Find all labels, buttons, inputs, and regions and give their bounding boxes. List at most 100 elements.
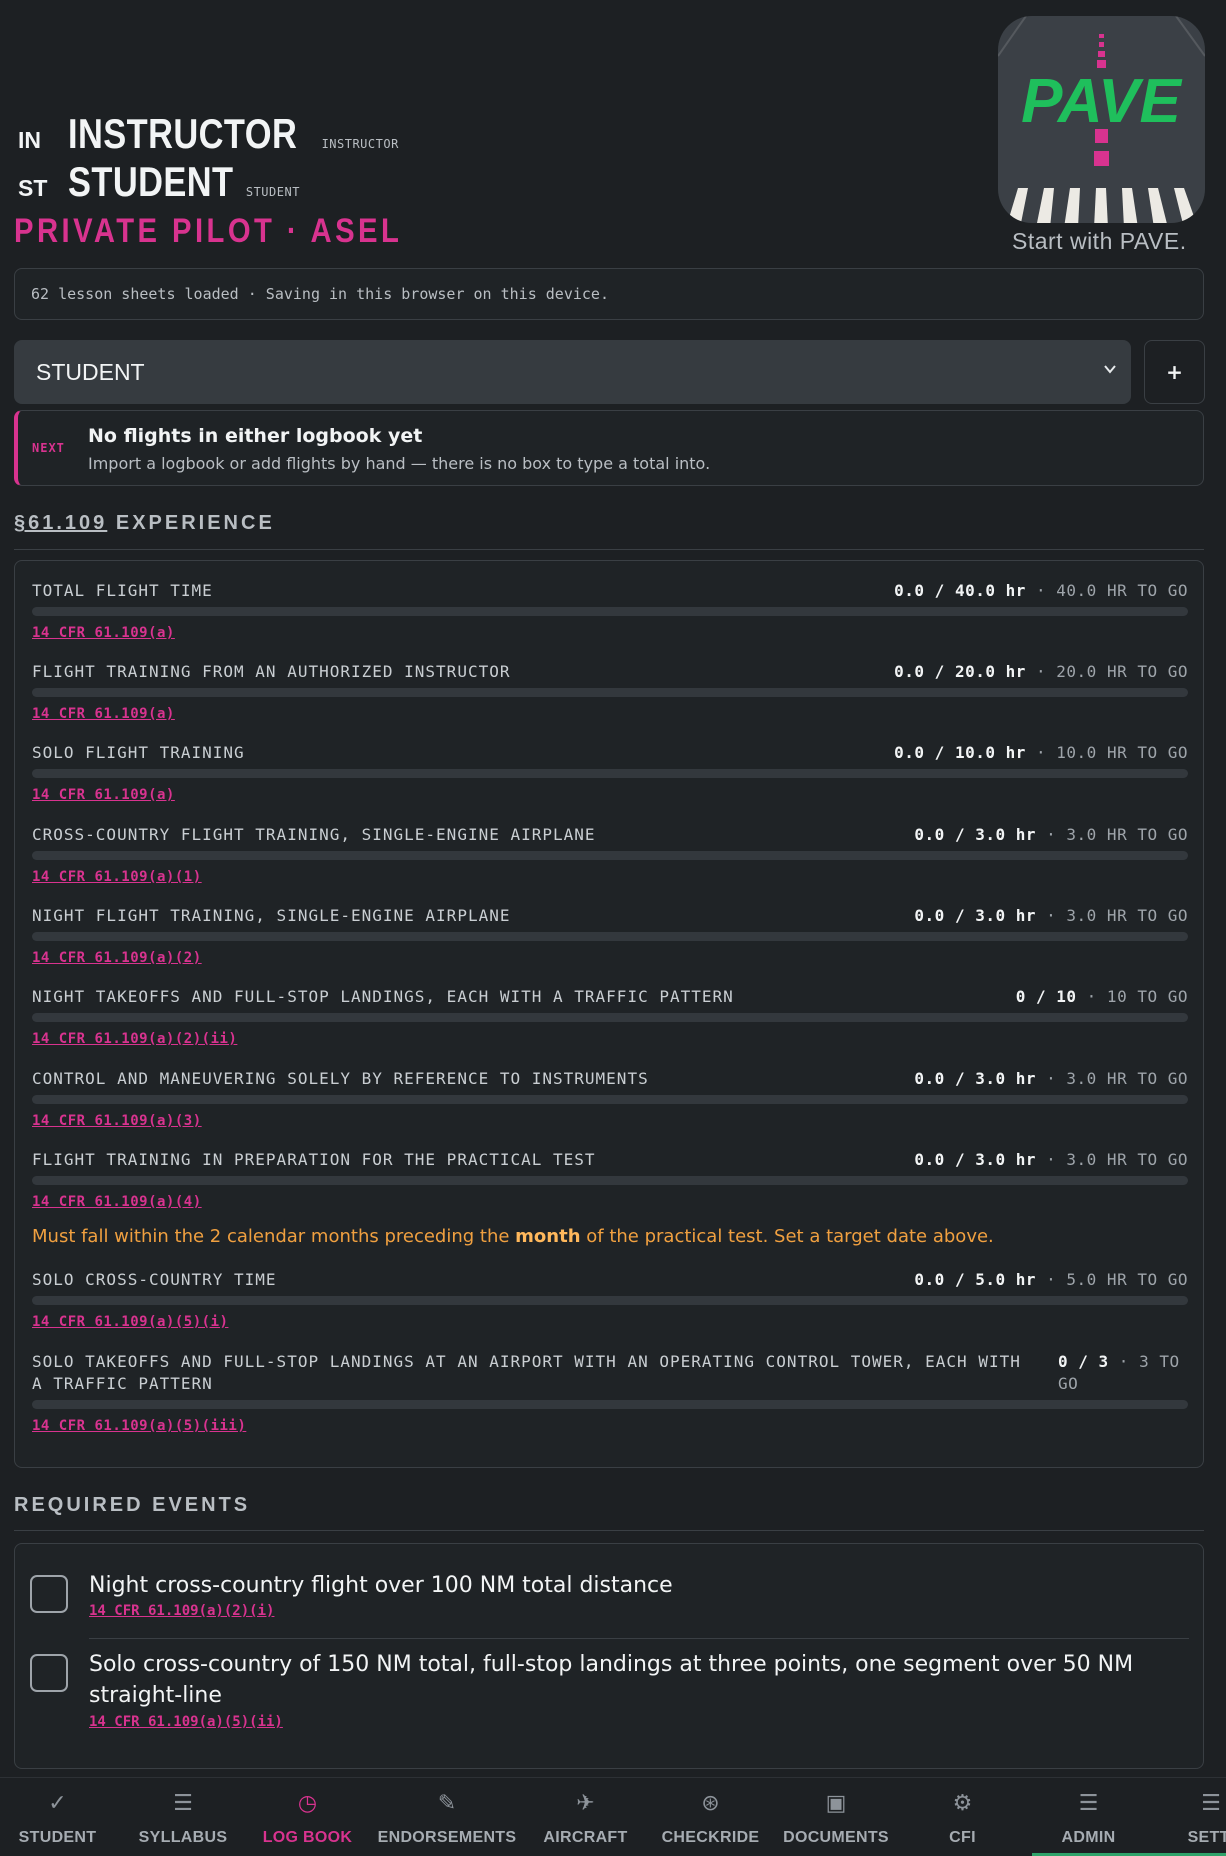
- requirement-value: 0.0 / 10.0 hr · 10.0 HR TO GO: [894, 743, 1188, 762]
- regulation-link[interactable]: 14 CFR 61.109(a)(5)(i): [32, 1314, 228, 1330]
- experience-heading-title: EXPERIENCE: [107, 512, 275, 534]
- next-tag: NEXT: [32, 441, 65, 455]
- progress-bar: [32, 932, 1188, 941]
- next-action-card: NEXT No flights in either logbook yet Im…: [14, 410, 1204, 486]
- regulation-link[interactable]: 14 CFR 61.109(a)(5)(ii): [89, 1714, 283, 1730]
- student-name: STUDENT: [68, 158, 234, 205]
- student-select-value: STUDENT: [36, 359, 145, 385]
- menu-icon: ☰: [1201, 1791, 1221, 1816]
- regulation-link[interactable]: 14 CFR 61.109(a): [32, 787, 175, 803]
- requirement-value: 0.0 / 40.0 hr · 40.0 HR TO GO: [894, 581, 1188, 600]
- requirement-value: 0.0 / 5.0 hr · 5.0 HR TO GO: [914, 1270, 1188, 1289]
- requirement-value: 0.0 / 3.0 hr · 3.0 HR TO GO: [914, 1150, 1188, 1169]
- requirement-label: FLIGHT TRAINING IN PREPARATION FOR THE P…: [32, 1150, 596, 1169]
- nav-log-book[interactable]: ◷ LOG BOOK: [250, 1778, 365, 1856]
- nav-endorsements[interactable]: ✎ ENDORSEMENTS: [374, 1778, 520, 1856]
- certificate-title: PRIVATE PILOT · ASEL: [14, 212, 403, 250]
- airplane-icon: ✈: [576, 1791, 595, 1816]
- regulation-link[interactable]: 14 CFR 61.109(a)(2)(i): [89, 1603, 274, 1619]
- event-title: Solo cross-country of 150 NM total, full…: [89, 1652, 1134, 1708]
- chevron-down-icon: [1104, 365, 1116, 374]
- regulation-link[interactable]: 14 CFR 61.109(a)(2)(ii): [32, 1031, 237, 1047]
- requirement-label: TOTAL FLIGHT TIME: [32, 581, 213, 600]
- divider: [14, 1530, 1204, 1531]
- progress-bar: [32, 1013, 1188, 1022]
- logo-wordmark: PAVE: [1021, 67, 1182, 136]
- practical-test-warning: Must fall within the 2 calendar months p…: [32, 1226, 994, 1247]
- progress-bar: [32, 851, 1188, 860]
- pave-logo: PAVE: [998, 16, 1205, 223]
- runway-logo-graphic: PAVE: [998, 16, 1205, 223]
- status-message: 62 lesson sheets loaded · Saving in this…: [14, 268, 1204, 320]
- instructor-sub: INSTRUCTOR: [321, 137, 399, 151]
- event-checkbox[interactable]: [30, 1654, 68, 1692]
- nav-settings[interactable]: ☰ SETTI: [1156, 1778, 1226, 1856]
- requirement-label: CONTROL AND MANEUVERING SOLELY BY REFERE…: [32, 1069, 649, 1088]
- nav-cfi[interactable]: ⚙ CFI: [904, 1778, 1021, 1856]
- clock-icon: ◷: [297, 1791, 318, 1816]
- requirement-value: 0.0 / 3.0 hr · 3.0 HR TO GO: [914, 825, 1188, 844]
- divider: [89, 1638, 1189, 1639]
- required-events-card: Night cross-country flight over 100 NM t…: [14, 1543, 1204, 1769]
- instructor-row[interactable]: IN INSTRUCTOR INSTRUCTOR: [14, 110, 774, 158]
- pen-icon: ✎: [437, 1791, 457, 1816]
- progress-bar: [32, 1095, 1188, 1104]
- add-student-button[interactable]: +: [1144, 340, 1205, 404]
- requirement-label: SOLO CROSS-COUNTRY TIME: [32, 1270, 277, 1289]
- progress-bar: [32, 1176, 1188, 1185]
- requirement-value: 0 / 3 · 3 TO GO: [1058, 1352, 1180, 1393]
- next-subtitle: Import a logbook or add flights by hand …: [88, 454, 711, 473]
- requirement-label: NIGHT TAKEOFFS AND FULL-STOP LANDINGS, E…: [32, 987, 734, 1006]
- nav-documents[interactable]: ▣ DOCUMENTS: [777, 1778, 895, 1856]
- progress-bar: [32, 688, 1188, 697]
- requirement-label: FLIGHT TRAINING FROM AN AUTHORIZED INSTR…: [32, 662, 511, 681]
- nav-checkride[interactable]: ⊛ CHECKRIDE: [652, 1778, 769, 1856]
- instructor-name: INSTRUCTOR: [68, 110, 298, 157]
- nav-aircraft[interactable]: ✈ AIRCRAFT: [528, 1778, 643, 1856]
- requirement-value: 0.0 / 20.0 hr · 20.0 HR TO GO: [894, 662, 1188, 681]
- regulation-link[interactable]: 14 CFR 61.109(a)(3): [32, 1113, 202, 1129]
- progress-bar: [32, 607, 1188, 616]
- requirement-label: SOLO TAKEOFFS AND FULL-STOP LANDINGS AT …: [32, 1352, 1021, 1393]
- progress-bar: [32, 1296, 1188, 1305]
- regulation-link[interactable]: 14 CFR 61.109(a)(1): [32, 869, 202, 885]
- divider: [14, 549, 1204, 550]
- requirement-label: NIGHT FLIGHT TRAINING, SINGLE-ENGINE AIR…: [32, 906, 511, 925]
- checkmark-icon: ✓: [48, 1791, 67, 1816]
- regulation-link[interactable]: 14 CFR 61.109(a)(2): [32, 950, 202, 966]
- requirement-value: 0.0 / 3.0 hr · 3.0 HR TO GO: [914, 1069, 1188, 1088]
- bottom-nav: ✓ STUDENT ☰ SYLLABUS ◷ LOG BOOK ✎ ENDORS…: [0, 1777, 1226, 1856]
- regulation-link[interactable]: 14 CFR 61.109(a): [32, 706, 175, 722]
- student-select[interactable]: STUDENT: [14, 340, 1131, 404]
- header: IN INSTRUCTOR INSTRUCTOR ST STUDENT STUD…: [14, 110, 774, 251]
- section-61-109-link[interactable]: §61.109: [14, 512, 107, 534]
- requirement-value: 0.0 / 3.0 hr · 3.0 HR TO GO: [914, 906, 1188, 925]
- gear-icon: ⚙: [952, 1791, 973, 1816]
- regulation-link[interactable]: 14 CFR 61.109(a): [32, 625, 175, 641]
- progress-bar: [32, 1400, 1188, 1409]
- requirement-label: CROSS-COUNTRY FLIGHT TRAINING, SINGLE-EN…: [32, 825, 596, 844]
- experience-heading: §61.109 EXPERIENCE: [14, 512, 275, 535]
- document-icon: ▣: [825, 1791, 847, 1816]
- requirement-label: SOLO FLIGHT TRAINING: [32, 743, 245, 762]
- progress-bar: [32, 769, 1188, 778]
- required-events-heading: REQUIRED EVENTS: [14, 1494, 251, 1516]
- nav-student[interactable]: ✓ STUDENT: [0, 1778, 115, 1856]
- regulation-link[interactable]: 14 CFR 61.109(a)(4): [32, 1194, 202, 1210]
- regulation-link[interactable]: 14 CFR 61.109(a)(5)(iii): [32, 1418, 246, 1434]
- nav-admin[interactable]: ☰ ADMIN: [1030, 1778, 1147, 1856]
- nav-syllabus[interactable]: ☰ SYLLABUS: [124, 1778, 242, 1856]
- experience-card: TOTAL FLIGHT TIME 0.0 / 40.0 hr · 40.0 H…: [14, 560, 1204, 1468]
- student-tag: ST: [18, 175, 48, 201]
- logo-tagline: Start with PAVE.: [1012, 228, 1187, 254]
- student-row[interactable]: ST STUDENT STUDENT: [14, 158, 774, 206]
- list-icon: ☰: [1078, 1791, 1099, 1816]
- instructor-tag: IN: [18, 127, 41, 153]
- event-checkbox[interactable]: [30, 1575, 68, 1613]
- list-icon: ☰: [173, 1791, 193, 1816]
- requirement-value: 0 / 10 · 10 TO GO: [1015, 987, 1188, 1006]
- next-title: No flights in either logbook yet: [88, 425, 423, 447]
- student-sub: STUDENT: [245, 185, 300, 199]
- event-title: Night cross-country flight over 100 NM t…: [89, 1573, 673, 1598]
- steering-wheel-icon: ⊛: [701, 1791, 720, 1816]
